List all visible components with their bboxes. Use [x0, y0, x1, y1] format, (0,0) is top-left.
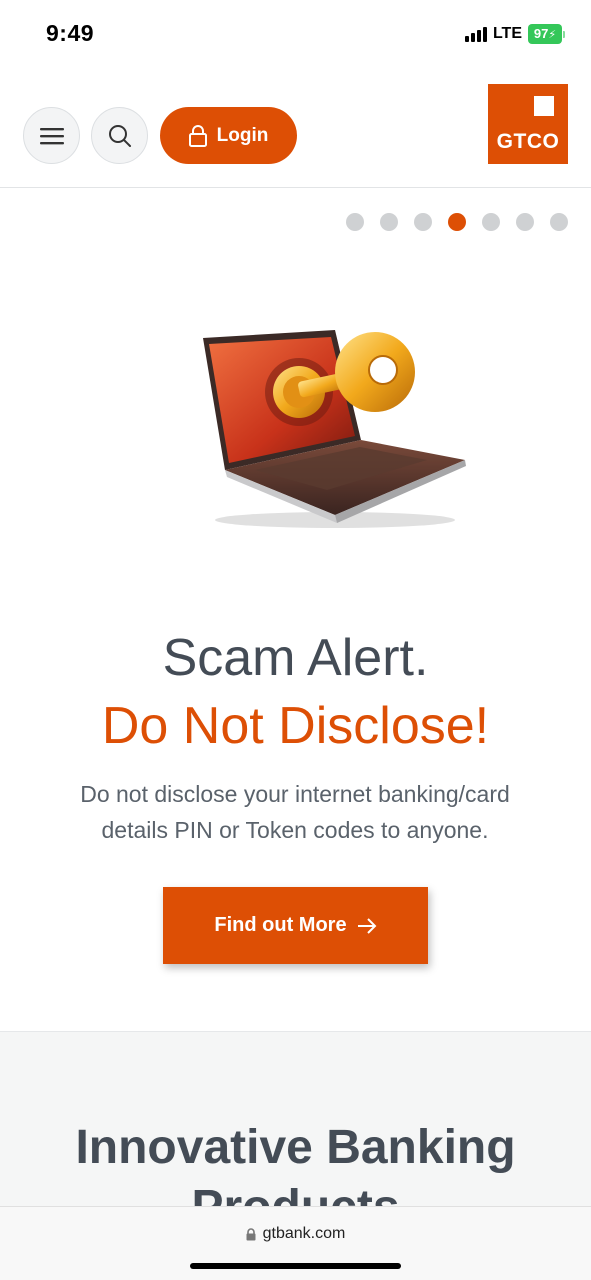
search-button[interactable] [91, 107, 148, 164]
carousel-dot[interactable] [346, 213, 364, 231]
status-bar: 9:49 LTE 97⚡ [0, 0, 591, 70]
logo-text: GTCO [496, 130, 560, 153]
headline-scam-alert: Scam Alert. [162, 629, 429, 687]
status-indicators: LTE 97⚡ [464, 24, 565, 44]
hero-description: Do not disclose your internet banking/ca… [80, 781, 510, 843]
menu-button[interactable] [23, 107, 80, 164]
carousel-dot[interactable] [516, 213, 534, 231]
find-out-more-button[interactable]: Find out More [163, 887, 428, 964]
site-header: Login GTCO [0, 70, 591, 188]
search-icon [108, 124, 131, 147]
menu-icon [39, 127, 64, 144]
login-button[interactable]: Login [160, 107, 297, 164]
carousel-dot[interactable] [550, 213, 568, 231]
battery-level: 97⚡ [528, 24, 562, 44]
home-indicator [190, 1263, 401, 1269]
products-section: Innovative Banking Products [0, 1031, 591, 1206]
section-title: Innovative Banking Products [75, 1121, 516, 1206]
carousel-dots [346, 213, 568, 231]
arrow-right-icon [357, 917, 377, 934]
status-time: 9:49 [46, 20, 95, 46]
url-display[interactable]: gtbank.com [0, 1225, 591, 1243]
lock-icon [246, 1227, 256, 1240]
carousel-dot-active[interactable] [448, 213, 466, 231]
lock-icon [188, 124, 207, 147]
carousel-dot[interactable] [380, 213, 398, 231]
carousel-dot[interactable] [482, 213, 500, 231]
carousel-dot[interactable] [414, 213, 432, 231]
gtco-logo[interactable]: GTCO [488, 84, 568, 164]
url-text: gtbank.com [262, 1225, 346, 1242]
network-type: LTE [492, 25, 522, 42]
login-label: Login [216, 124, 269, 146]
logo-square [534, 96, 554, 116]
battery-icon: 97⚡ [528, 24, 565, 44]
headline-do-not-disclose: Do Not Disclose! [101, 697, 490, 755]
laptop-key-illustration [203, 330, 466, 528]
browser-address-bar[interactable]: gtbank.com [0, 1206, 591, 1280]
signal-icon [464, 26, 487, 42]
cta-label: Find out More [214, 914, 347, 936]
